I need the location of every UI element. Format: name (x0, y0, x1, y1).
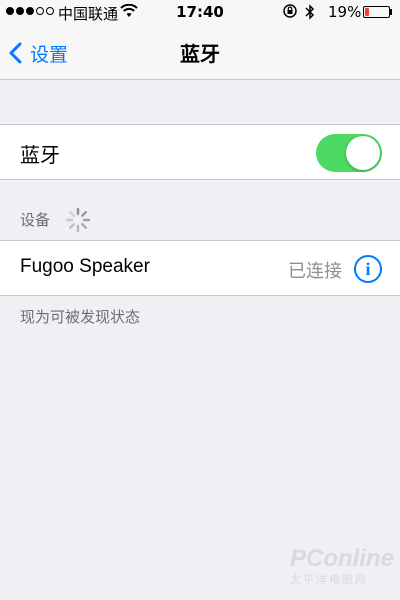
bluetooth-toggle-cell: 蓝牙 (0, 124, 400, 180)
watermark-logo: PConline 太平洋电脑网 (290, 545, 400, 595)
discoverable-note: 现为可被发现状态 (20, 308, 141, 326)
watermark-subtitle: 太平洋电脑网 (290, 573, 368, 586)
battery-icon (363, 6, 390, 18)
switch-knob (346, 136, 380, 170)
devices-section-header: 设备 (20, 211, 51, 229)
bluetooth-switch[interactable] (316, 134, 382, 172)
device-connection-status: 已连接 (288, 261, 342, 282)
info-icon[interactable]: i (354, 255, 382, 283)
page-title: 蓝牙 (180, 42, 220, 66)
battery-cap (390, 9, 392, 15)
device-name: Fugoo Speaker (20, 256, 150, 277)
battery-percentage: 19% (328, 3, 362, 21)
watermark-brand: PConline (290, 545, 395, 572)
navigation-bar: 设置 蓝牙 (0, 26, 400, 80)
loading-spinner-icon (65, 207, 91, 233)
rotation-lock-icon (283, 4, 297, 18)
status-bar: 中国联通 17:40 19% (0, 0, 400, 26)
battery-level-fill (365, 8, 369, 16)
device-row[interactable]: Fugoo Speaker 已连接 i (0, 240, 400, 296)
bluetooth-label: 蓝牙 (20, 143, 60, 167)
bluetooth-icon (305, 4, 315, 20)
